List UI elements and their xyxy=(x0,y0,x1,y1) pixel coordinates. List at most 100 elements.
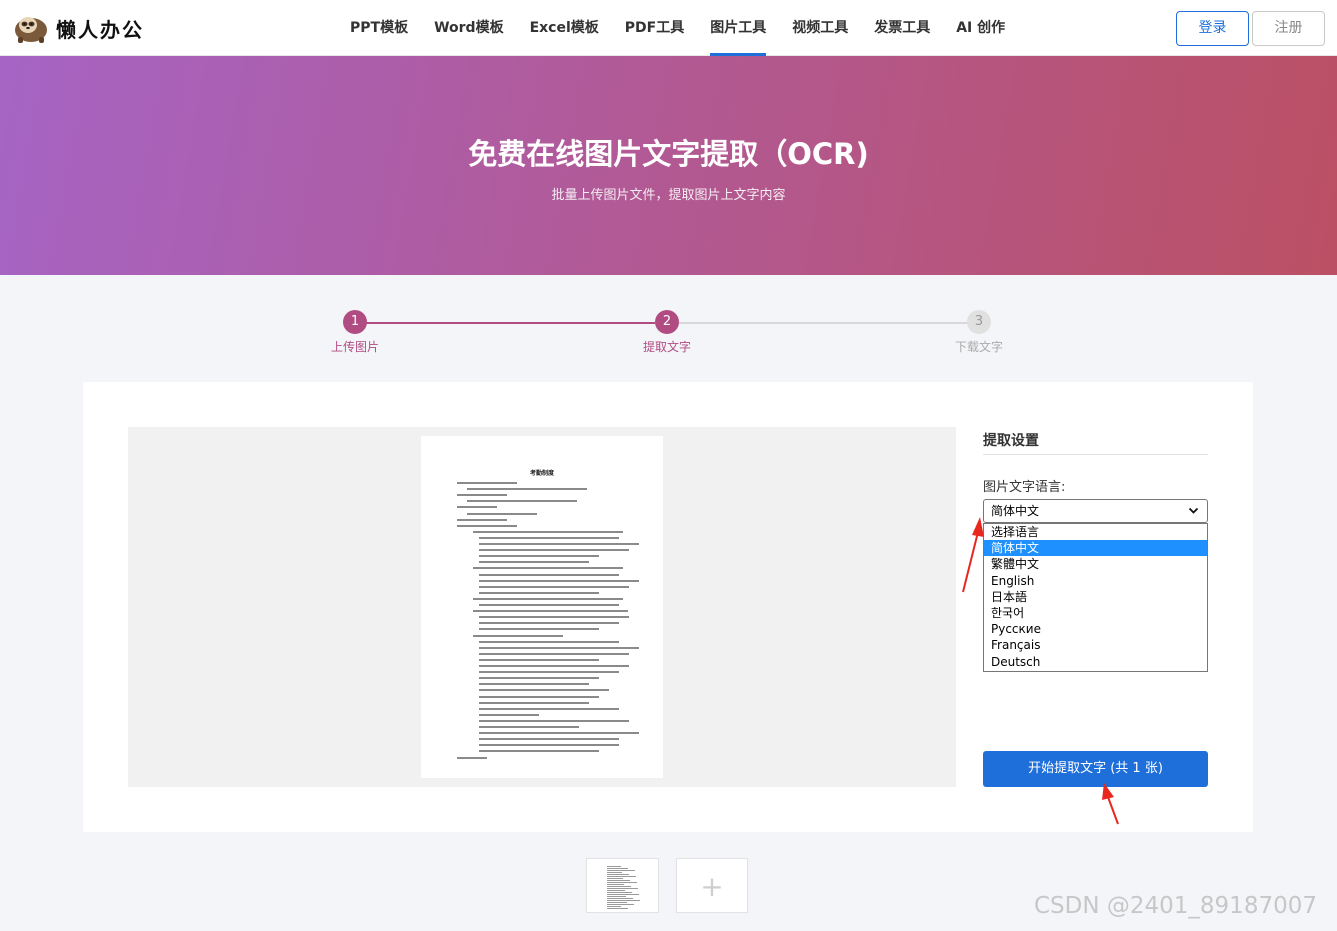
language-option[interactable]: Français xyxy=(984,637,1207,653)
document-text-line xyxy=(479,640,619,643)
document-text-line xyxy=(479,701,589,704)
document-text-line xyxy=(473,567,623,570)
thumbnail-text-line xyxy=(607,900,640,901)
nav-pdf-tools[interactable]: PDF工具 xyxy=(612,0,697,56)
nav-word-templates[interactable]: Word模板 xyxy=(421,0,517,56)
login-button[interactable]: 登录 xyxy=(1176,11,1249,46)
settings-title: 提取设置 xyxy=(983,433,1039,449)
document-text-line xyxy=(479,689,609,692)
step-connector-todo xyxy=(679,322,969,324)
start-extract-button[interactable]: 开始提取文字 (共 1 张) xyxy=(983,751,1208,787)
page-title: 免费在线图片文字提取（OCR) xyxy=(468,137,869,171)
language-option[interactable]: English xyxy=(984,573,1207,589)
step-number: 1 xyxy=(343,310,367,334)
step-download: 3 下载文字 xyxy=(929,310,1029,355)
language-option[interactable]: Deutsch xyxy=(984,654,1207,670)
language-dropdown-list: 选择语言 简体中文 繁體中文 English 日本語 한국어 Русские F… xyxy=(983,523,1208,672)
thumbnail-text-line xyxy=(607,884,624,885)
thumbnail-text-line xyxy=(607,902,627,903)
document-text-line xyxy=(473,597,623,600)
image-thumbnail[interactable] xyxy=(586,858,659,913)
step-upload: 1 上传图片 xyxy=(305,310,405,355)
document-text-line xyxy=(467,488,587,491)
nav-ai-create[interactable]: AI 创作 xyxy=(943,0,1018,56)
step-label: 上传图片 xyxy=(330,340,379,354)
thumbnail-text-line xyxy=(607,872,622,873)
thumbnail-text-line xyxy=(607,866,621,867)
document-text-line xyxy=(473,634,563,637)
add-image-button[interactable]: + xyxy=(676,858,748,913)
step-label: 下载文字 xyxy=(954,340,1003,354)
document-text-line xyxy=(479,652,629,655)
language-option[interactable]: Русские xyxy=(984,621,1207,637)
document-text-line xyxy=(479,646,639,649)
document-text-line xyxy=(457,524,517,527)
document-text-line xyxy=(479,536,619,539)
document-text-line xyxy=(479,726,579,728)
document-text-line xyxy=(457,506,497,509)
nav-video-tools[interactable]: 视频工具 xyxy=(779,0,861,56)
step-number: 3 xyxy=(967,310,991,334)
language-option[interactable]: 繁體中文 xyxy=(984,556,1207,572)
document-text-line xyxy=(479,549,629,552)
register-button[interactable]: 注册 xyxy=(1252,11,1325,46)
thumbnail-text-line xyxy=(607,878,623,879)
thumbnail-text-line xyxy=(607,888,638,889)
document-text-line xyxy=(479,573,619,576)
document-text-line xyxy=(457,518,507,521)
settings-divider xyxy=(983,454,1208,455)
document-text-line xyxy=(479,713,539,716)
thumbnail-text-line xyxy=(607,882,637,883)
document-text-line xyxy=(479,677,599,680)
language-option[interactable]: 日本語 xyxy=(984,589,1207,605)
thumbnail-text-line xyxy=(607,894,639,895)
thumbnail-document-image xyxy=(601,863,645,909)
document-text-line xyxy=(479,750,599,753)
language-option[interactable]: 한국어 xyxy=(984,605,1207,621)
nav-image-tools[interactable]: 图片工具 xyxy=(697,0,779,56)
document-text-line xyxy=(473,530,623,533)
document-text-line xyxy=(479,732,639,735)
nav-excel-templates[interactable]: Excel模板 xyxy=(517,0,612,56)
document-text-line xyxy=(479,683,589,686)
document-text-line xyxy=(479,591,599,594)
language-option-selected[interactable]: 简体中文 xyxy=(984,540,1207,557)
site-logo[interactable]: 懒人办公 xyxy=(12,12,144,44)
language-select[interactable]: 简体中文 xyxy=(983,499,1208,523)
sloth-logo-icon xyxy=(15,17,47,43)
image-preview-area: 考勤制度 xyxy=(128,427,956,787)
document-text-line xyxy=(473,610,628,613)
document-preview-image: 考勤制度 xyxy=(421,436,663,778)
document-text-line xyxy=(479,604,619,606)
thumbnail-text-line xyxy=(607,890,625,891)
language-option[interactable]: 选择语言 xyxy=(984,524,1207,540)
step-number: 2 xyxy=(655,310,679,334)
page-subtitle: 批量上传图片文件，提取图片上文字内容 xyxy=(551,188,786,203)
thumbnail-text-line xyxy=(607,904,634,905)
nav-ppt-templates[interactable]: PPT模板 xyxy=(337,0,421,56)
document-text-line xyxy=(479,585,629,588)
thumbnail-text-line xyxy=(607,868,628,869)
logo-text: 懒人办公 xyxy=(56,17,144,42)
document-text-line xyxy=(457,482,517,484)
thumbnail-text-line xyxy=(607,892,632,893)
document-text-line xyxy=(479,628,599,631)
thumbnail-text-line xyxy=(607,870,635,871)
language-label: 图片文字语言: xyxy=(983,480,1066,495)
top-header: 懒人办公 PPT模板 Word模板 Excel模板 PDF工具 图片工具 视频工… xyxy=(0,0,1337,56)
nav-invoice-tools[interactable]: 发票工具 xyxy=(861,0,943,56)
document-text-line xyxy=(479,579,639,582)
document-text-line xyxy=(479,719,629,722)
thumbnail-text-line xyxy=(607,876,636,877)
main-nav: PPT模板 Word模板 Excel模板 PDF工具 图片工具 视频工具 发票工… xyxy=(337,0,1018,56)
thumbnail-text-line xyxy=(607,896,626,897)
ocr-work-card: 考勤制度 提取设置 图片文字语言: 简体中文 选择语言 简体中文 繁體中文 En… xyxy=(83,382,1253,832)
document-text-line xyxy=(479,665,629,667)
document-text-line xyxy=(479,561,589,564)
document-text-line xyxy=(479,707,619,710)
document-text-line xyxy=(457,756,487,759)
doc-title: 考勤制度 xyxy=(529,470,554,477)
document-text-line xyxy=(479,622,619,625)
hero-banner: 免费在线图片文字提取（OCR) 批量上传图片文件，提取图片上文字内容 xyxy=(0,56,1337,275)
document-text-line xyxy=(479,738,619,741)
